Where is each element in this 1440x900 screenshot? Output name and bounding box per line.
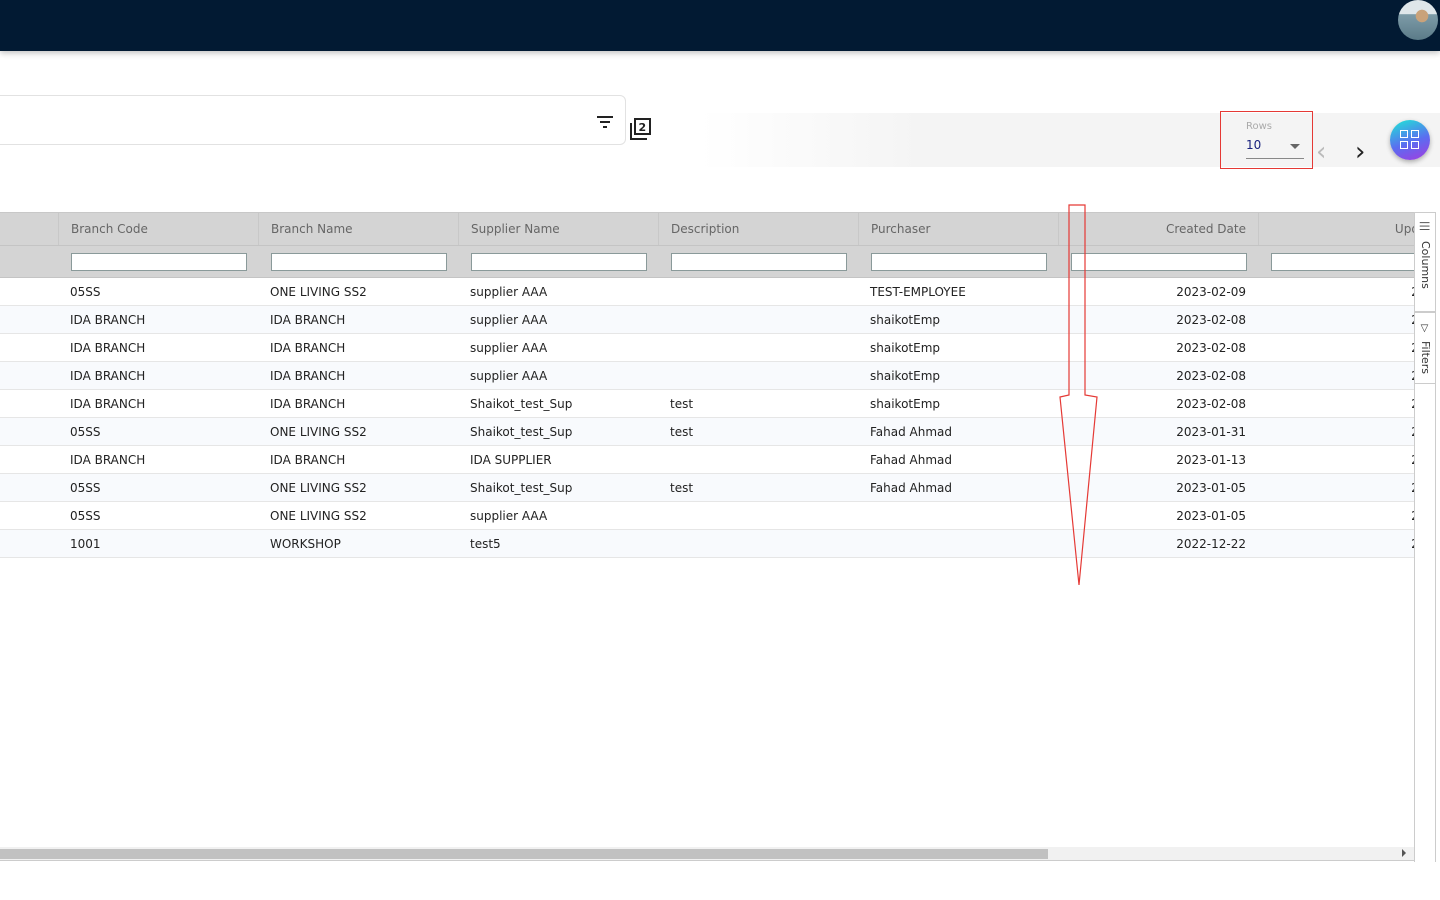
annotation-arrow bbox=[1059, 204, 1098, 586]
